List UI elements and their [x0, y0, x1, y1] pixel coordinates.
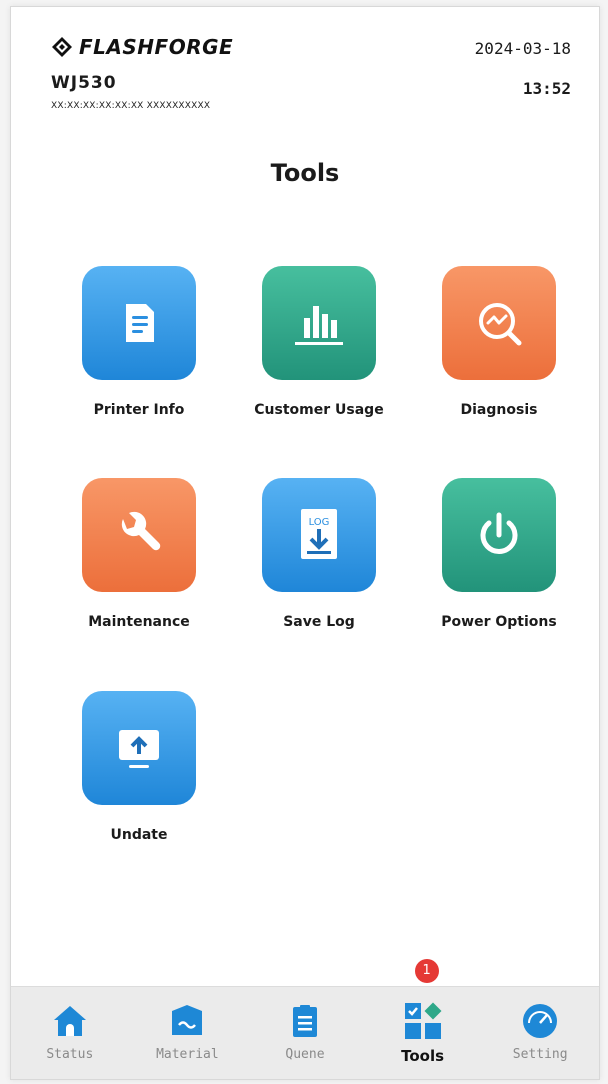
log-text: LOG: [309, 517, 330, 528]
page-title: Tools: [270, 159, 340, 187]
tool-label: Diagnosis: [460, 402, 538, 418]
home-icon: [50, 1001, 90, 1041]
power-options-tile-icon: [442, 478, 556, 592]
nav-label: Material: [156, 1047, 219, 1062]
tool-label: Undate: [110, 827, 168, 843]
wrench-icon: [121, 511, 161, 551]
save-log-icon: LOG: [301, 509, 337, 559]
printer-model: WJ530: [51, 73, 117, 93]
tool-diagnosis[interactable]: Diagnosis: [409, 266, 589, 418]
update-tile-icon: [82, 691, 196, 805]
nav-label: Status: [46, 1047, 94, 1062]
diagnosis-tile-icon: [442, 266, 556, 380]
flashforge-logo-icon: [52, 37, 72, 57]
document-icon: [126, 304, 154, 342]
tool-save-log[interactable]: LOG Save Log: [229, 478, 409, 630]
nav-label: Quene: [285, 1047, 325, 1062]
date-display: 2024-03-18: [474, 39, 571, 58]
printer-serial: XX:XX:XX:XX:XX:XX XXXXXXXXXX: [51, 101, 211, 111]
gauge-icon: [520, 1001, 560, 1041]
magnifier-chart-icon: [479, 303, 522, 346]
tool-customer-usage[interactable]: Customer Usage: [229, 266, 409, 418]
tool-update[interactable]: Undate: [49, 691, 229, 843]
brand-name: FLASHFORGE: [79, 35, 234, 59]
maintenance-tile-icon: [82, 478, 196, 592]
tool-power-options[interactable]: Power Options: [409, 478, 589, 630]
customer-usage-tile-icon: [262, 266, 376, 380]
tool-printer-info[interactable]: Printer Info: [49, 266, 229, 418]
notification-badge: 1: [414, 959, 439, 983]
app-screen: FLASHFORGE WJ530 XX:XX:XX:XX:XX:XX XXXXX…: [10, 6, 600, 1080]
tools-icon: [403, 1001, 443, 1041]
power-icon: [480, 512, 518, 554]
bottom-nav: Status Material Quene 1 Tools Setting: [11, 959, 599, 1079]
nav-label: Tools: [401, 1047, 445, 1065]
tool-label: Maintenance: [88, 614, 190, 630]
tool-label: Save Log: [283, 614, 355, 630]
printer-info-tile-icon: [82, 266, 196, 380]
tool-maintenance[interactable]: Maintenance: [49, 478, 229, 630]
tool-label: Power Options: [441, 614, 557, 630]
monitor-upload-icon: [119, 730, 159, 768]
nav-item-tools[interactable]: 1 Tools: [364, 959, 482, 1079]
brand-logo: FLASHFORGE: [51, 35, 233, 59]
tool-label: Customer Usage: [254, 402, 384, 418]
save-log-tile-icon: LOG: [262, 478, 376, 592]
clipboard-icon: [285, 1001, 325, 1041]
nav-item-setting[interactable]: Setting: [481, 987, 599, 1079]
nav-item-queue[interactable]: Quene: [246, 987, 364, 1079]
nav-label: Setting: [512, 1047, 568, 1062]
bar-chart-icon: [295, 306, 343, 345]
nav-item-status[interactable]: Status: [11, 987, 129, 1079]
material-icon: [167, 1001, 207, 1041]
tool-label: Printer Info: [93, 402, 185, 418]
header: FLASHFORGE WJ530 XX:XX:XX:XX:XX:XX XXXXX…: [11, 7, 599, 147]
time-display: 13:52: [522, 79, 571, 98]
nav-item-material[interactable]: Material: [129, 987, 247, 1079]
